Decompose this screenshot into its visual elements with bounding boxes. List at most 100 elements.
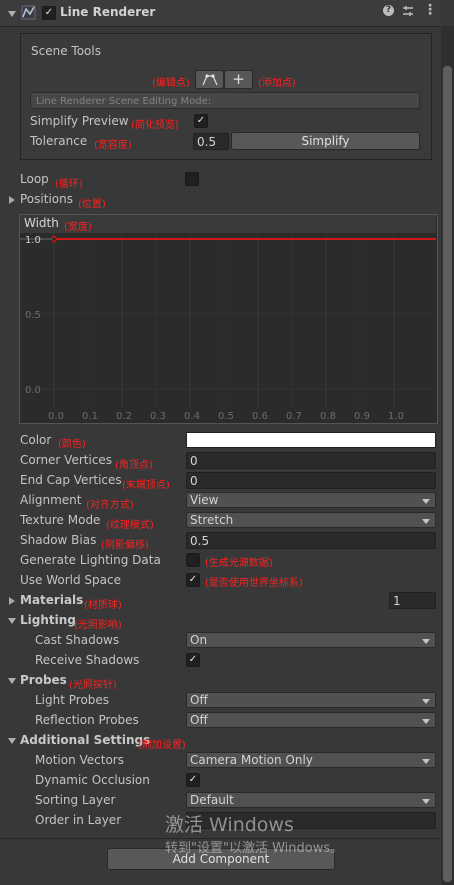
x-tick-label: 0.0 (48, 411, 64, 421)
dropdown-arrow-icon (422, 799, 430, 804)
tolerance-note: (宽容度) (94, 140, 132, 151)
reflection-probes-value: Off (190, 713, 208, 727)
generate-lighting-label: Generate Lighting Data (20, 553, 161, 567)
cast-shadows-label: Cast Shadows (35, 633, 120, 647)
materials-expand-icon[interactable] (9, 597, 15, 605)
x-tick-label: 0.5 (218, 411, 234, 421)
motion-vectors-label: Motion Vectors (35, 753, 124, 767)
dropdown-arrow-icon (422, 699, 430, 704)
cast-shadows-value: On (190, 633, 208, 647)
presets-icon[interactable] (402, 5, 414, 17)
add-points-button[interactable]: + (224, 70, 253, 89)
reflection-probes-label: Reflection Probes (35, 713, 139, 727)
edit-points-icon (201, 74, 218, 86)
x-tick-label: 0.6 (252, 411, 268, 421)
additional-settings-note: (附加设置) (138, 740, 186, 751)
color-note: (颜色) (58, 439, 86, 450)
materials-count-input[interactable]: 1 (389, 592, 436, 609)
end-cap-vertices-label: End Cap Vertices (20, 473, 122, 487)
additional-settings-label[interactable]: Additional Settings (20, 733, 150, 747)
probes-collapse-icon[interactable] (8, 678, 16, 684)
corner-vertices-label: Corner Vertices (20, 453, 113, 467)
generate-lighting-checkbox[interactable] (186, 553, 200, 567)
y-tick-label: 0.5 (25, 310, 41, 321)
light-probes-dropdown[interactable]: Off (186, 692, 436, 708)
simplify-preview-label: Simplify Preview (30, 114, 129, 128)
dropdown-arrow-icon (422, 499, 430, 504)
x-tick-label: 0.1 (82, 411, 98, 421)
x-tick-label: 1.0 (388, 411, 404, 421)
positions-expand-icon[interactable] (9, 196, 15, 204)
x-tick-label: 0.3 (150, 411, 166, 421)
y-tick-label: 1.0 (25, 235, 41, 246)
scene-tools-title: Scene Tools (31, 44, 101, 58)
activation-watermark-subtitle: 转到"设置"以激活 Windows。 (165, 841, 344, 856)
positions-label[interactable]: Positions (20, 192, 73, 206)
enabled-checkbox[interactable]: ✓ (42, 6, 56, 20)
width-note: (宽度) (64, 222, 92, 233)
shadow-bias-input[interactable]: 0.5 (186, 532, 436, 549)
x-tick-label: 0.4 (184, 411, 200, 421)
use-world-space-checkbox[interactable]: ✓ (186, 573, 200, 587)
edit-points-button[interactable] (195, 70, 224, 89)
simplify-preview-checkbox[interactable]: ✓ (194, 114, 208, 128)
end-cap-vertices-note: (末端顶点) (122, 480, 170, 491)
shadow-bias-note: (阴影偏移) (101, 540, 149, 551)
width-curve-plot[interactable]: 0.0 0.1 0.2 0.3 0.4 0.5 0.6 0.7 0.8 0.9 1.0 1.0 0.5 0… (20, 233, 436, 421)
shadow-bias-label: Shadow Bias (20, 533, 97, 547)
light-probes-label: Light Probes (35, 693, 110, 707)
dropdown-arrow-icon (422, 719, 430, 724)
lighting-label[interactable]: Lighting (20, 613, 76, 627)
sorting-layer-value: Default (190, 793, 234, 807)
sorting-layer-label: Sorting Layer (35, 793, 116, 807)
tolerance-label: Tolerance (30, 134, 88, 148)
receive-shadows-checkbox[interactable]: ✓ (186, 653, 200, 667)
probes-label[interactable]: Probes (20, 673, 67, 687)
edit-points-note: (编辑点) (152, 78, 190, 89)
width-label: Width (24, 216, 59, 230)
sorting-layer-dropdown[interactable]: Default (186, 792, 436, 808)
alignment-value: View (190, 493, 219, 507)
loop-checkbox[interactable] (185, 172, 199, 186)
x-tick-label: 0.8 (320, 411, 336, 421)
light-probes-value: Off (190, 693, 208, 707)
additional-settings-collapse-icon[interactable] (8, 738, 16, 744)
cast-shadows-dropdown[interactable]: On (186, 632, 436, 648)
corner-vertices-input[interactable]: 0 (186, 452, 436, 469)
reflection-probes-dropdown[interactable]: Off (186, 712, 436, 728)
dropdown-arrow-icon (422, 519, 430, 524)
texture-mode-label: Texture Mode (20, 513, 101, 527)
help-icon[interactable]: ? (383, 5, 394, 16)
motion-vectors-dropdown[interactable]: Camera Motion Only (186, 752, 436, 768)
color-label: Color (20, 433, 52, 447)
order-in-layer-label: Order in Layer (35, 813, 122, 827)
motion-vectors-value: Camera Motion Only (190, 753, 313, 767)
activation-watermark-title: 激活 Windows (165, 814, 294, 836)
tolerance-input[interactable]: 0.5 (193, 133, 229, 150)
end-cap-vertices-input[interactable]: 0 (186, 472, 436, 489)
x-tick-label: 0.2 (116, 411, 132, 421)
scrollbar-thumb[interactable] (443, 66, 452, 882)
x-tick-label: 0.7 (286, 411, 302, 421)
receive-shadows-label: Receive Shadows (35, 653, 140, 667)
loop-label: Loop (20, 172, 49, 186)
collapse-arrow-icon[interactable] (8, 11, 16, 17)
generate-lighting-note: (生成光源数据) (205, 558, 273, 569)
probes-note: (光照探针) (69, 680, 117, 691)
color-swatch[interactable] (186, 432, 436, 448)
simplify-button[interactable]: Simplify (231, 132, 420, 150)
simplify-preview-note: (简化预览) (131, 120, 179, 131)
context-menu-icon[interactable]: ⋮ (423, 3, 437, 17)
dynamic-occlusion-checkbox[interactable]: ✓ (186, 773, 200, 787)
alignment-label: Alignment (20, 493, 82, 507)
alignment-dropdown[interactable]: View (186, 492, 436, 508)
materials-label[interactable]: Materials (20, 593, 83, 607)
corner-vertices-note: (角顶点) (115, 460, 153, 471)
texture-mode-dropdown[interactable]: Stretch (186, 512, 436, 528)
lighting-collapse-icon[interactable] (8, 618, 16, 624)
loop-note: (循环) (55, 179, 83, 190)
lighting-note: (光照影响) (74, 620, 122, 631)
editing-mode-bar: Line Renderer Scene Editing Mode: (30, 92, 420, 109)
positions-note: (位置) (78, 199, 106, 210)
alignment-note: (对齐方式) (86, 500, 134, 511)
